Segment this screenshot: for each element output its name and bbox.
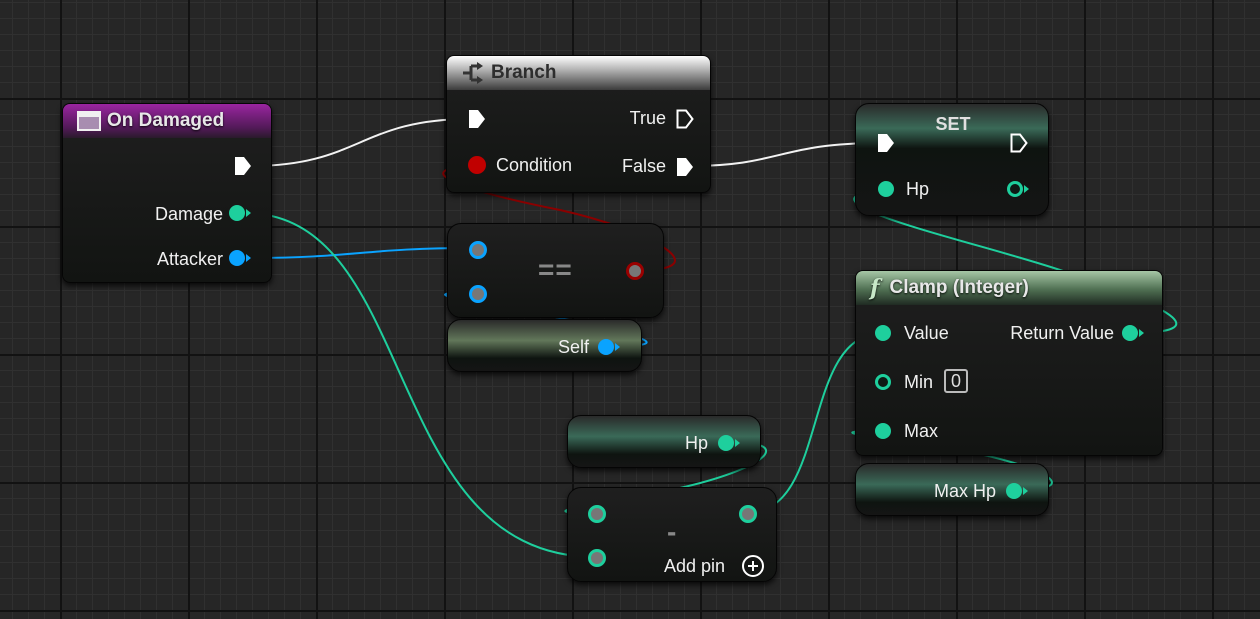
branch-exec-in-pin[interactable] [468, 109, 486, 129]
branch-node[interactable]: Branch True Condition False [446, 55, 711, 193]
clamp-integer-node[interactable]: f Clamp (Integer) Value Return Value Min… [855, 270, 1163, 456]
branch-header[interactable]: Branch [447, 56, 710, 90]
plus-circle-icon[interactable] [742, 555, 764, 577]
damage-pin-label: Damage [154, 204, 223, 224]
equals-input-b-pin[interactable] [469, 285, 487, 303]
subtract-input-a-pin[interactable] [588, 505, 606, 523]
clamp-value-pin[interactable] [875, 325, 891, 341]
clamp-return-label: Return Value [1010, 323, 1114, 343]
set-title: SET [935, 114, 971, 134]
on-damaged-event-node[interactable]: On Damaged Damage Attacker [62, 103, 272, 283]
subtract-node[interactable]: - Add pin [567, 487, 777, 582]
exec-wire-false-to-set [689, 142, 881, 167]
hp-getter-output-pin[interactable] [718, 435, 734, 451]
on-damaged-title: On Damaged [107, 110, 225, 131]
set-hp-input-pin[interactable] [878, 181, 894, 197]
attacker-pin[interactable] [229, 250, 245, 266]
max-hp-getter-arrow-icon [1023, 487, 1031, 495]
max-hp-getter-node[interactable]: Max Hp [855, 463, 1049, 516]
object-wire-attacker-to-equals [244, 247, 476, 259]
on-damaged-header[interactable]: On Damaged [63, 104, 271, 138]
clamp-title: Clamp (Integer) [889, 277, 1029, 298]
true-pin-label: True [629, 108, 666, 128]
equals-operator-label: == [538, 254, 573, 285]
damage-pin[interactable] [229, 205, 245, 221]
damage-pin-arrow-icon [246, 209, 254, 217]
attacker-pin-arrow-icon [246, 254, 254, 262]
exec-wire-event-to-branch [249, 118, 471, 167]
hp-getter-node[interactable]: Hp [567, 415, 761, 468]
event-exec-out-pin[interactable] [234, 156, 252, 176]
max-hp-getter-label: Max Hp [933, 481, 996, 501]
hp-getter-label: Hp [684, 433, 708, 453]
set-exec-in-pin[interactable] [877, 133, 895, 153]
clamp-header[interactable]: f Clamp (Integer) [856, 271, 1162, 305]
branch-icon [463, 62, 483, 84]
true-exec-out-pin[interactable] [676, 109, 694, 129]
set-hp-output-pin[interactable] [1007, 181, 1023, 197]
false-pin-label: False [621, 156, 666, 176]
clamp-value-label: Value [904, 323, 949, 343]
clamp-min-label: Min [904, 372, 934, 392]
false-exec-out-pin[interactable] [676, 157, 694, 177]
attacker-pin-label: Attacker [156, 249, 223, 269]
clamp-min-default-input[interactable]: 0 [944, 369, 968, 393]
subtract-output-pin[interactable] [739, 505, 757, 523]
equals-output-pin[interactable] [626, 262, 644, 280]
clamp-return-arrow-icon [1139, 329, 1147, 337]
condition-pin-label: Condition [496, 155, 573, 175]
set-hp-output-arrow-icon [1024, 185, 1032, 193]
set-hp-node[interactable]: SET Hp [855, 103, 1049, 216]
clamp-max-pin[interactable] [875, 423, 891, 439]
max-hp-getter-output-pin[interactable] [1006, 483, 1022, 499]
subtract-input-b-pin[interactable] [588, 549, 606, 567]
equals-input-a-pin[interactable] [469, 241, 487, 259]
branch-title: Branch [491, 62, 557, 83]
equals-node[interactable]: == [447, 223, 664, 318]
hp-getter-arrow-icon [735, 439, 743, 447]
function-f-icon: f [870, 275, 880, 301]
clamp-max-label: Max [904, 421, 939, 441]
add-pin-label[interactable]: Add pin [664, 556, 725, 576]
subtract-operator-label: - [667, 516, 678, 547]
event-node-icon [77, 111, 101, 131]
self-reference-node[interactable]: Self [447, 319, 642, 372]
condition-pin[interactable] [468, 156, 486, 174]
self-label: Self [557, 337, 589, 357]
self-pin-arrow-icon [615, 343, 623, 351]
clamp-min-pin[interactable] [875, 374, 891, 390]
clamp-return-pin[interactable] [1122, 325, 1138, 341]
set-exec-out-pin[interactable] [1010, 133, 1028, 153]
self-output-pin[interactable] [598, 339, 614, 355]
set-hp-pin-label: Hp [906, 179, 930, 199]
